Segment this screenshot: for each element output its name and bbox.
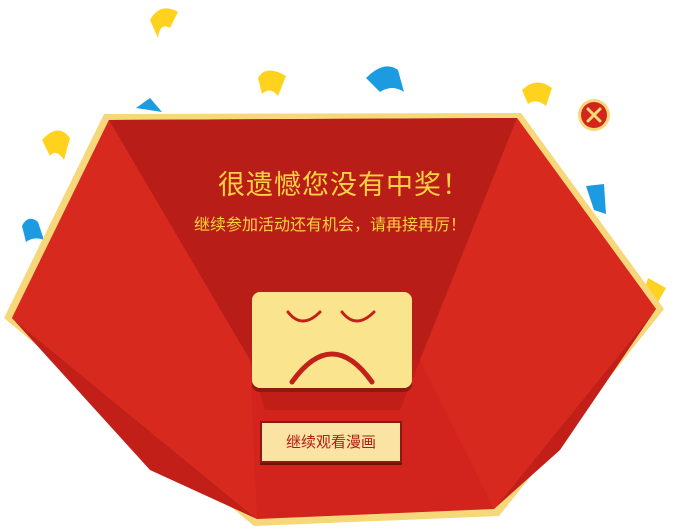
confetti-piece-yellow [42, 130, 70, 160]
confetti-piece-yellow [150, 8, 178, 38]
continue-watching-comics-button[interactable]: 继续观看漫画 [260, 421, 402, 463]
close-button[interactable] [577, 98, 611, 132]
confetti-piece-blue [366, 66, 404, 92]
confetti-piece-blue [136, 98, 162, 112]
confetti-piece-yellow [522, 82, 552, 106]
result-title: 很遗憾您没有中奖！ [218, 170, 470, 201]
confetti-piece-yellow [258, 70, 286, 96]
close-icon [578, 99, 610, 131]
sad-face-icon [252, 292, 412, 392]
result-subtitle: 继续参加活动还有机会，请再接再厉！ [193, 215, 466, 234]
